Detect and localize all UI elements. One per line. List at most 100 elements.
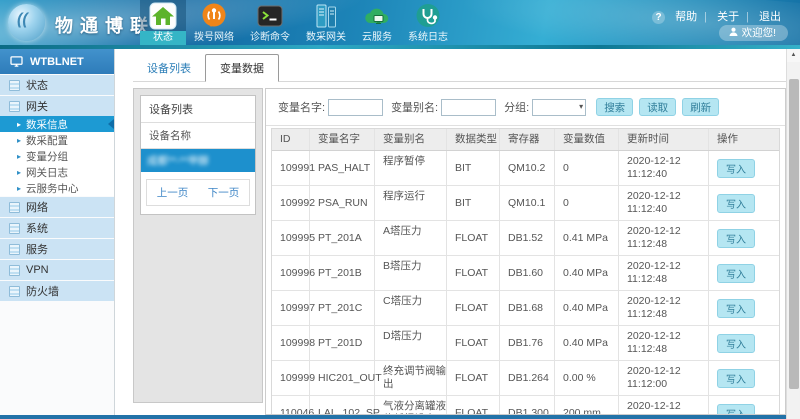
cell-operation: 写入 xyxy=(709,291,779,325)
write-button[interactable]: 写入 xyxy=(717,334,755,353)
sidebar-item-vpn[interactable]: VPN xyxy=(0,260,114,280)
sidebar-item-label: 状态 xyxy=(26,77,48,93)
cell-type: FLOAT xyxy=(447,256,500,290)
vertical-scrollbar[interactable]: ▲ xyxy=(786,49,800,419)
list-icon xyxy=(9,202,20,213)
list-icon xyxy=(9,80,20,91)
sidebar-subitem-data-collection-info[interactable]: ▸ 数采信息 xyxy=(0,116,114,132)
sidebar-item-label: 服务 xyxy=(26,241,48,257)
sidebar-subitem-variable-group[interactable]: ▸ 变量分组 xyxy=(0,148,114,164)
cell-updated: 2020-12-12 11:12:40 xyxy=(619,186,709,220)
welcome-user-button[interactable]: 欢迎您! xyxy=(719,25,788,41)
col-header-name: 变量名字 xyxy=(310,129,375,150)
write-button[interactable]: 写入 xyxy=(717,264,755,283)
nav-item-system-log[interactable]: 系统日志 xyxy=(400,0,456,45)
help-icon: ? xyxy=(652,11,665,24)
arrow-bullet-icon: ▸ xyxy=(17,168,21,177)
sidebar-item-system[interactable]: 系统 xyxy=(0,218,114,238)
sidebar-subitem-label: 网关日志 xyxy=(26,165,68,180)
cell-updated: 2020-12-12 11:12:00 xyxy=(619,396,709,415)
scroll-up-arrow-icon[interactable]: ▲ xyxy=(787,49,800,62)
sidebar-subitem-gateway-log[interactable]: ▸ 网关日志 xyxy=(0,164,114,180)
refresh-button[interactable]: 刷新 xyxy=(682,98,719,116)
sidebar-item-firewall[interactable]: 防火墙 xyxy=(0,281,114,301)
variable-alias-input[interactable] xyxy=(441,99,496,116)
cell-id: 109998 xyxy=(272,326,310,360)
write-button[interactable]: 写入 xyxy=(717,159,755,178)
sidebar-item-status[interactable]: 状态 xyxy=(0,75,114,95)
help-link[interactable]: 帮助 xyxy=(668,11,704,23)
cell-alias: 终充调节阀输出 xyxy=(375,361,447,395)
cell-value: 0 xyxy=(555,186,619,220)
arrow-bullet-icon: ▸ xyxy=(17,184,21,193)
logout-link[interactable]: 退出 xyxy=(752,11,788,23)
device-prev-page-link[interactable]: 上一页 xyxy=(157,185,189,200)
table-row: 109996PT_201BB塔压力FLOATDB1.600.40 MPa2020… xyxy=(272,256,779,291)
read-button[interactable]: 读取 xyxy=(639,98,676,116)
group-select[interactable]: ▾ xyxy=(532,99,586,116)
search-button[interactable]: 搜索 xyxy=(596,98,633,116)
device-next-page-link[interactable]: 下一页 xyxy=(208,185,240,200)
write-button[interactable]: 写入 xyxy=(717,194,755,213)
about-link[interactable]: 关于 xyxy=(710,11,746,23)
tab-variable-data[interactable]: 变量数据 xyxy=(205,54,279,82)
welcome-text: 欢迎您! xyxy=(742,27,776,39)
write-button[interactable]: 写入 xyxy=(717,369,755,388)
cell-id: 109991 xyxy=(272,151,310,185)
cell-register: DB1.60 xyxy=(500,256,555,290)
cell-updated: 2020-12-12 11:12:48 xyxy=(619,326,709,360)
nav-item-status[interactable]: 状态 xyxy=(140,0,186,45)
sidebar-item-label: 网络 xyxy=(26,199,48,215)
sidebar-subitem-data-collection-config[interactable]: ▸ 数采配置 xyxy=(0,132,114,148)
sidebar-item-gateway[interactable]: 网关 xyxy=(0,96,114,116)
cell-updated: 2020-12-12 11:12:48 xyxy=(619,256,709,290)
sidebar: WTBLNET 状态 网关 ▸ 数采信息 ▸ 数采配置 ▸ 变量分组 ▸ 网关日… xyxy=(0,49,115,419)
tab-device-list[interactable]: 设备列表 xyxy=(133,55,205,81)
write-button[interactable]: 写入 xyxy=(717,404,755,416)
table-row: 109997PT_201CC塔压力FLOATDB1.680.40 MPa2020… xyxy=(272,291,779,326)
table-row: 109998PT_201DD塔压力FLOATDB1.760.40 MPa2020… xyxy=(272,326,779,361)
table-row: 109991PAS_HALT程序暂停BITQM10.202020-12-12 1… xyxy=(272,151,779,186)
nav-item-diagnostic-command[interactable]: 诊断命令 xyxy=(242,0,298,45)
cell-name: HIC201_OUT xyxy=(310,361,375,395)
nav-label: 数采网关 xyxy=(298,31,354,45)
cell-operation: 写入 xyxy=(709,396,779,415)
device-list-panel: 设备列表 设备名称 成都**-**甲醇 上一页 下一页 xyxy=(133,88,263,403)
scrollbar-thumb[interactable] xyxy=(789,79,799,389)
cell-register: QM10.1 xyxy=(500,186,555,220)
user-icon xyxy=(729,27,738,36)
cell-alias: D塔压力 xyxy=(375,326,447,360)
sidebar-subitem-label: 数采配置 xyxy=(26,133,68,148)
cell-operation: 写入 xyxy=(709,256,779,290)
table-row: 109999HIC201_OUT终充调节阀输出FLOATDB1.2640.00 … xyxy=(272,361,779,396)
cell-register: DB1.76 xyxy=(500,326,555,360)
col-header-operation: 操作 xyxy=(709,129,779,150)
banner-bottom-strip xyxy=(0,45,800,49)
write-button[interactable]: 写入 xyxy=(717,229,755,248)
chevron-down-icon: ▾ xyxy=(579,102,583,111)
nav-label: 诊断命令 xyxy=(242,31,298,45)
sidebar-subitem-label: 云服务中心 xyxy=(26,181,79,196)
sidebar-item-network[interactable]: 网络 xyxy=(0,197,114,217)
sidebar-header-label: WTBLNET xyxy=(30,56,84,68)
nav-item-dial-network[interactable]: 拨号网络 xyxy=(186,0,242,45)
cell-updated: 2020-12-12 11:12:40 xyxy=(619,151,709,185)
nav-item-data-gateway[interactable]: 数采网关 xyxy=(298,0,354,45)
nav-item-cloud-service[interactable]: 云服务 xyxy=(354,0,400,45)
sidebar-subitem-cloud-center[interactable]: ▸ 云服务中心 xyxy=(0,180,114,196)
write-button[interactable]: 写入 xyxy=(717,299,755,318)
cell-register: DB1.300 xyxy=(500,396,555,415)
sidebar-item-label: 防火墙 xyxy=(26,283,59,299)
cell-name: PAS_HALT xyxy=(310,151,375,185)
variable-data-panel: 变量名字: 变量别名: 分组: ▾ 搜索 读取 刷新 ID 变量名字 变量别名 … xyxy=(265,88,786,415)
arrow-bullet-icon: ▸ xyxy=(17,120,21,129)
variable-name-input[interactable] xyxy=(328,99,383,116)
cell-updated: 2020-12-12 11:12:48 xyxy=(619,291,709,325)
sidebar-subitem-label: 变量分组 xyxy=(26,149,68,164)
col-header-type: 数据类型 xyxy=(447,129,500,150)
device-list-item-selected[interactable]: 成都**-**甲醇 xyxy=(141,149,255,172)
cell-alias: 程序运行 xyxy=(375,186,447,220)
sidebar-item-label: VPN xyxy=(26,264,49,276)
sidebar-item-service[interactable]: 服务 xyxy=(0,239,114,259)
variable-alias-label: 变量别名: xyxy=(391,99,438,115)
